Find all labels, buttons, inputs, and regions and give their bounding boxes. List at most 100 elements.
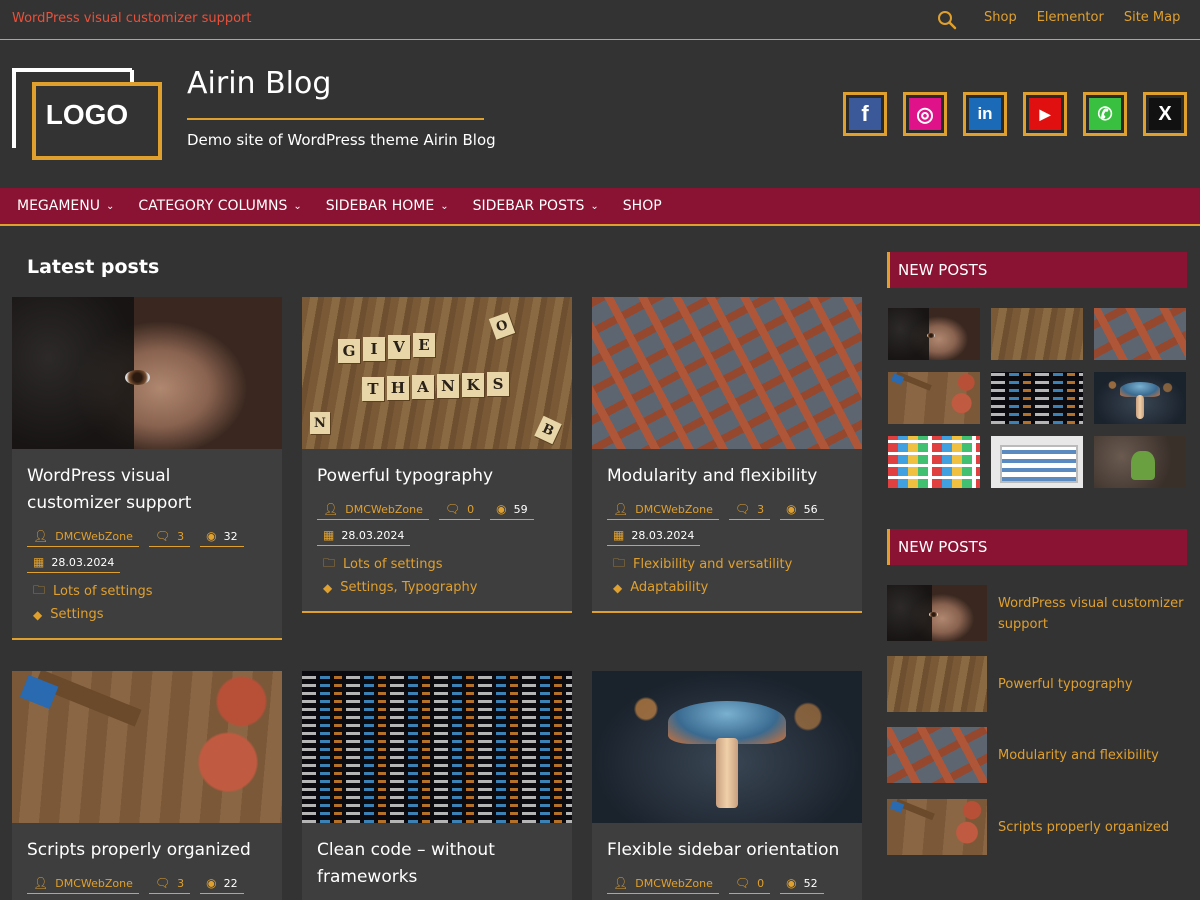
comment-count: 3 bbox=[757, 502, 765, 516]
post-categories[interactable]: 🗀︎ Lots of settings bbox=[317, 554, 557, 575]
nav-item-shop[interactable]: SHOP bbox=[623, 198, 662, 214]
post-title[interactable]: Modularity and flexibility bbox=[607, 463, 847, 490]
new-post-thumbnail[interactable] bbox=[887, 727, 987, 783]
thumbnail-link[interactable] bbox=[1094, 308, 1186, 360]
folder-icon: 🗀︎ bbox=[613, 556, 626, 570]
post-card: WordPress visual customizer support 👤︎ DM… bbox=[12, 297, 282, 640]
thumbnail-link[interactable] bbox=[1094, 372, 1186, 424]
folder-icon: 🗀︎ bbox=[33, 583, 46, 597]
main-navigation: MEGAMENU ⌄ CATEGORY COLUMNS ⌄ SIDEBAR HOME… bbox=[0, 188, 1200, 226]
date-text: 28.03.2024 bbox=[631, 528, 695, 542]
tag-text: Adaptability bbox=[630, 580, 709, 595]
comment-count: 3 bbox=[177, 876, 185, 890]
x-icon: X bbox=[1149, 98, 1181, 130]
post-card: Flexible sidebar orientation 👤︎ DMCWebZon… bbox=[592, 671, 862, 900]
social-whatsapp-button[interactable]: ✆ bbox=[1083, 92, 1127, 136]
view-count: 59 bbox=[513, 502, 528, 516]
new-post-link[interactable]: WordPress visual customizer support bbox=[998, 585, 1188, 641]
new-post-thumbnail[interactable] bbox=[887, 585, 987, 641]
category-text: Lots of settings bbox=[343, 557, 443, 572]
nav-item-label: SIDEBAR HOME bbox=[325, 198, 435, 214]
thumbnail-link[interactable] bbox=[888, 436, 980, 488]
comment-icon: 🗨︎ bbox=[734, 876, 751, 890]
thumbnail-link[interactable] bbox=[991, 372, 1083, 424]
post-tags[interactable]: ◆ Settings bbox=[27, 607, 267, 622]
nav-item-label: CATEGORY COLUMNS bbox=[138, 198, 288, 214]
new-post-link[interactable]: Powerful typography bbox=[998, 656, 1188, 712]
new-post-thumbnail[interactable] bbox=[887, 799, 987, 855]
social-links: f ◎ in ▶ ✆ X bbox=[843, 92, 1187, 136]
thumbnail-link[interactable] bbox=[888, 308, 980, 360]
post-tags[interactable]: ◆ Settings, Typography bbox=[317, 580, 557, 595]
post-thumbnail[interactable] bbox=[592, 297, 862, 449]
widget-title-new-posts: NEW POSTS bbox=[887, 252, 1187, 288]
post-thumbnail[interactable]: G I V E T H A N K S O N B bbox=[302, 297, 572, 449]
folder-icon: 🗀︎ bbox=[323, 556, 336, 570]
social-facebook-button[interactable]: f bbox=[843, 92, 887, 136]
site-description: Demo site of WordPress theme Airin Blog bbox=[187, 131, 496, 149]
post-date: ▦ 28.03.2024 bbox=[27, 555, 121, 573]
social-linkedin-button[interactable]: in bbox=[963, 92, 1007, 136]
post-tags[interactable]: ◆ Adaptability bbox=[607, 580, 847, 595]
top-bar: WordPress visual customizer support Shop… bbox=[0, 0, 1200, 40]
calendar-icon: ▦ bbox=[323, 528, 335, 542]
eye-icon: ◉ bbox=[206, 876, 217, 890]
post-author[interactable]: 👤︎ DMCWebZone bbox=[27, 529, 139, 547]
post-title[interactable]: Clean code – without frameworks bbox=[317, 837, 507, 891]
new-post-link[interactable]: Scripts properly organized bbox=[998, 799, 1188, 855]
post-categories[interactable]: 🗀︎ Flexibility and versatility bbox=[607, 554, 847, 575]
post-title[interactable]: Flexible sidebar orientation bbox=[607, 837, 847, 864]
author-name: DMCWebZone bbox=[55, 876, 133, 890]
post-thumbnail[interactable] bbox=[12, 671, 282, 823]
social-instagram-button[interactable]: ◎ bbox=[903, 92, 947, 136]
nav-item-megamenu[interactable]: MEGAMENU ⌄ bbox=[17, 198, 114, 214]
post-author[interactable]: 👤︎ DMCWebZone bbox=[317, 502, 429, 520]
new-post-thumbnail[interactable] bbox=[887, 656, 987, 712]
post-comments[interactable]: 🗨︎ 3 bbox=[728, 502, 771, 520]
nav-item-sidebar-home[interactable]: SIDEBAR HOME ⌄ bbox=[326, 198, 449, 214]
post-comments[interactable]: 🗨︎ 3 bbox=[148, 876, 191, 894]
site-title[interactable]: Airin Blog bbox=[187, 66, 331, 101]
post-title[interactable]: Scripts properly organized bbox=[27, 837, 267, 864]
social-x-button[interactable]: X bbox=[1143, 92, 1187, 136]
post-author[interactable]: 👤︎ DMCWebZone bbox=[607, 502, 719, 520]
thumbnail-link[interactable] bbox=[991, 308, 1083, 360]
post-card: G I V E T H A N K S O N B Powerful typog… bbox=[302, 297, 572, 613]
top-link-shop[interactable]: Shop bbox=[984, 10, 1017, 25]
nav-item-category-columns[interactable]: CATEGORY COLUMNS ⌄ bbox=[138, 198, 301, 214]
post-title[interactable]: Powerful typography bbox=[317, 463, 557, 490]
user-icon: 👤︎ bbox=[613, 502, 629, 516]
post-views: ◉ 52 bbox=[780, 876, 824, 894]
chevron-down-icon: ⌄ bbox=[590, 200, 599, 212]
post-author[interactable]: 👤︎ DMCWebZone bbox=[607, 876, 719, 894]
post-categories[interactable]: 🗀︎ Lots of settings bbox=[27, 581, 267, 602]
new-post-link[interactable]: Modularity and flexibility bbox=[998, 727, 1188, 783]
post-comments[interactable]: 🗨︎ 0 bbox=[728, 876, 771, 894]
category-text: Lots of settings bbox=[53, 584, 153, 599]
thumbnail-link[interactable] bbox=[1094, 436, 1186, 488]
top-link-elementor[interactable]: Elementor bbox=[1037, 10, 1104, 25]
post-author[interactable]: 👤︎ DMCWebZone bbox=[27, 876, 139, 894]
post-card: Scripts properly organized 👤︎ DMCWebZone … bbox=[12, 671, 282, 900]
date-text: 28.03.2024 bbox=[51, 555, 115, 569]
nav-item-sidebar-posts[interactable]: SIDEBAR POSTS ⌄ bbox=[473, 198, 599, 214]
thumbnail-link[interactable] bbox=[991, 436, 1083, 488]
site-logo[interactable]: LOGO bbox=[12, 68, 162, 160]
post-title[interactable]: WordPress visual customizer support bbox=[27, 463, 267, 517]
social-youtube-button[interactable]: ▶ bbox=[1023, 92, 1067, 136]
thumbnail-link[interactable] bbox=[888, 372, 980, 424]
tag-icon: ◆ bbox=[33, 607, 43, 622]
post-thumbnail[interactable] bbox=[12, 297, 282, 449]
post-date: ▦ 28.03.2024 bbox=[607, 528, 701, 546]
top-link-site-map[interactable]: Site Map bbox=[1124, 10, 1181, 25]
post-thumbnail[interactable] bbox=[302, 671, 572, 823]
nav-item-label: SIDEBAR POSTS bbox=[472, 198, 585, 214]
post-comments[interactable]: 🗨︎ 0 bbox=[438, 502, 481, 520]
search-icon[interactable] bbox=[936, 9, 958, 31]
post-comments[interactable]: 🗨︎ 3 bbox=[148, 529, 191, 547]
comment-count: 0 bbox=[757, 876, 765, 890]
top-tagline-link[interactable]: WordPress visual customizer support bbox=[12, 11, 251, 26]
eye-icon: ◉ bbox=[206, 529, 217, 543]
post-thumbnail[interactable] bbox=[592, 671, 862, 823]
post-views: ◉ 59 bbox=[490, 502, 534, 520]
